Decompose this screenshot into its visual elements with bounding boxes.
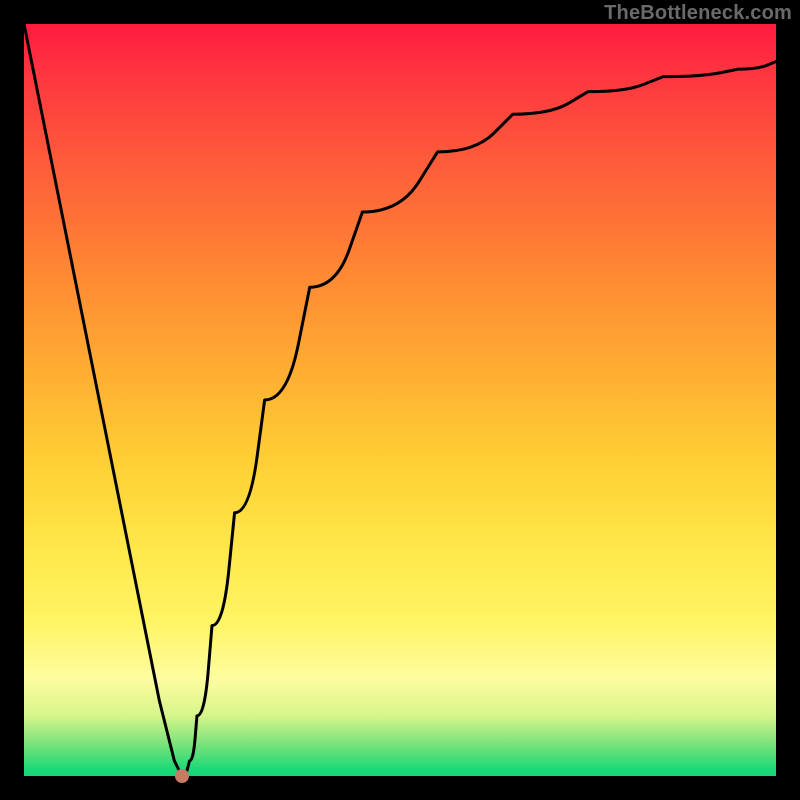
bottleneck-curve [24,24,776,776]
optimal-point-marker [175,769,189,783]
curve-path [24,24,776,776]
plot-area [24,24,776,776]
chart-frame: TheBottleneck.com [0,0,800,800]
watermark-text: TheBottleneck.com [604,2,792,25]
